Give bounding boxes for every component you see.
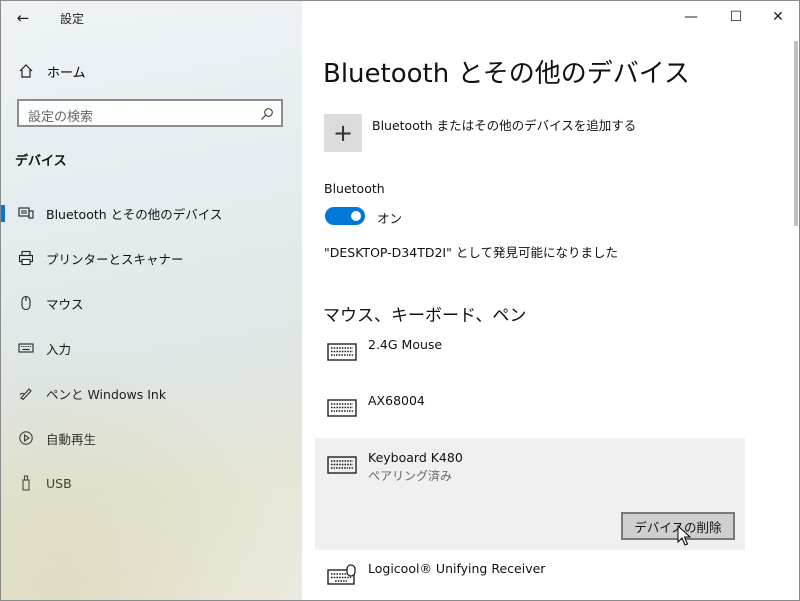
sidebar-item-pen[interactable]: ペンと Windows Ink bbox=[1, 378, 301, 408]
sidebar-section-title: デバイス bbox=[15, 154, 67, 169]
nav-home[interactable]: ホーム bbox=[15, 59, 295, 83]
bluetooth-devices-icon bbox=[18, 207, 34, 219]
search-icon bbox=[261, 108, 273, 120]
mouse-icon bbox=[21, 295, 31, 311]
app-title: 設定 bbox=[60, 12, 85, 26]
device-name: Keyboard K480 bbox=[368, 450, 463, 465]
search-placeholder: 設定の検索 bbox=[28, 110, 94, 125]
maximize-icon: ☐ bbox=[729, 9, 743, 25]
autoplay-icon bbox=[19, 431, 33, 445]
sidebar-item-label: 入力 bbox=[46, 341, 72, 357]
keyboard-icon bbox=[18, 343, 34, 353]
plus-icon: + bbox=[332, 119, 354, 147]
main-content: — ☐ ✕ Bluetooth とその他のデバイス + Bluetooth また… bbox=[302, 1, 799, 600]
device-status: ペアリング済み bbox=[368, 469, 453, 483]
device-name: AX68004 bbox=[368, 393, 425, 408]
close-icon: ✕ bbox=[772, 9, 784, 25]
sidebar-item-typing[interactable]: 入力 bbox=[1, 333, 301, 363]
sidebar-item-label: マウス bbox=[46, 296, 84, 312]
device-category-title: マウス、キーボード、ペン bbox=[323, 306, 527, 326]
minimize-button[interactable]: — bbox=[668, 1, 714, 33]
sidebar-item-autoplay[interactable]: 自動再生 bbox=[1, 423, 301, 453]
sidebar-item-bluetooth[interactable]: Bluetooth とその他のデバイス bbox=[1, 198, 301, 228]
maximize-button[interactable]: ☐ bbox=[713, 1, 759, 33]
selected-indicator bbox=[1, 205, 5, 222]
keyboard-icon bbox=[327, 399, 357, 417]
sidebar-item-mouse[interactable]: マウス bbox=[1, 288, 301, 318]
discoverable-text: "DESKTOP-D34TD2I" として発見可能になりました bbox=[324, 245, 618, 260]
device-item-logicool-receiver[interactable]: Logicool® Unifying Receiver bbox=[315, 555, 745, 600]
add-device-button[interactable]: + bbox=[324, 114, 362, 152]
settings-window: ← 設定 ホーム 設定の検索 デバイス Bluetooth とその他のデバイス … bbox=[0, 0, 800, 601]
sidebar-item-usb[interactable]: USB bbox=[1, 468, 301, 498]
keyboard-mouse-icon bbox=[327, 564, 356, 585]
back-button[interactable]: ← bbox=[11, 7, 35, 29]
settings-search-input[interactable]: 設定の検索 bbox=[17, 99, 283, 127]
pen-icon bbox=[19, 388, 32, 401]
home-icon bbox=[19, 64, 33, 78]
device-name: Logicool® Unifying Receiver bbox=[368, 561, 546, 576]
sidebar-item-label: 自動再生 bbox=[46, 431, 97, 447]
keyboard-icon bbox=[327, 343, 357, 361]
bluetooth-state-label: オン bbox=[377, 211, 403, 226]
close-button[interactable]: ✕ bbox=[755, 1, 799, 33]
toggle-knob bbox=[351, 211, 361, 221]
sidebar-item-label: Bluetooth とその他のデバイス bbox=[46, 206, 223, 222]
bluetooth-label: Bluetooth bbox=[324, 181, 385, 196]
page-title: Bluetooth とその他のデバイス bbox=[323, 59, 690, 89]
mouse-cursor-icon bbox=[677, 525, 691, 546]
sidebar-item-printers[interactable]: プリンターとスキャナー bbox=[1, 243, 301, 273]
nav-home-label: ホーム bbox=[47, 65, 86, 81]
back-arrow-icon: ← bbox=[16, 9, 30, 27]
bluetooth-toggle[interactable] bbox=[325, 207, 365, 225]
keyboard-icon bbox=[327, 456, 357, 474]
sidebar: ← 設定 ホーム 設定の検索 デバイス Bluetooth とその他のデバイス … bbox=[1, 1, 302, 600]
device-name: 2.4G Mouse bbox=[368, 337, 443, 352]
device-item-ax68004[interactable]: AX68004 bbox=[315, 385, 745, 435]
minimize-icon: — bbox=[684, 9, 698, 25]
sidebar-item-label: プリンターとスキャナー bbox=[46, 251, 184, 267]
scrollbar[interactable] bbox=[794, 41, 798, 226]
add-device-link[interactable]: Bluetooth またはその他のデバイスを追加する bbox=[372, 115, 636, 134]
device-item-2-4g-mouse[interactable]: 2.4G Mouse bbox=[315, 329, 745, 379]
usb-icon bbox=[22, 475, 30, 491]
sidebar-item-label: ペンと Windows Ink bbox=[46, 386, 167, 402]
sidebar-item-label: USB bbox=[46, 475, 72, 491]
printer-icon bbox=[18, 250, 34, 266]
